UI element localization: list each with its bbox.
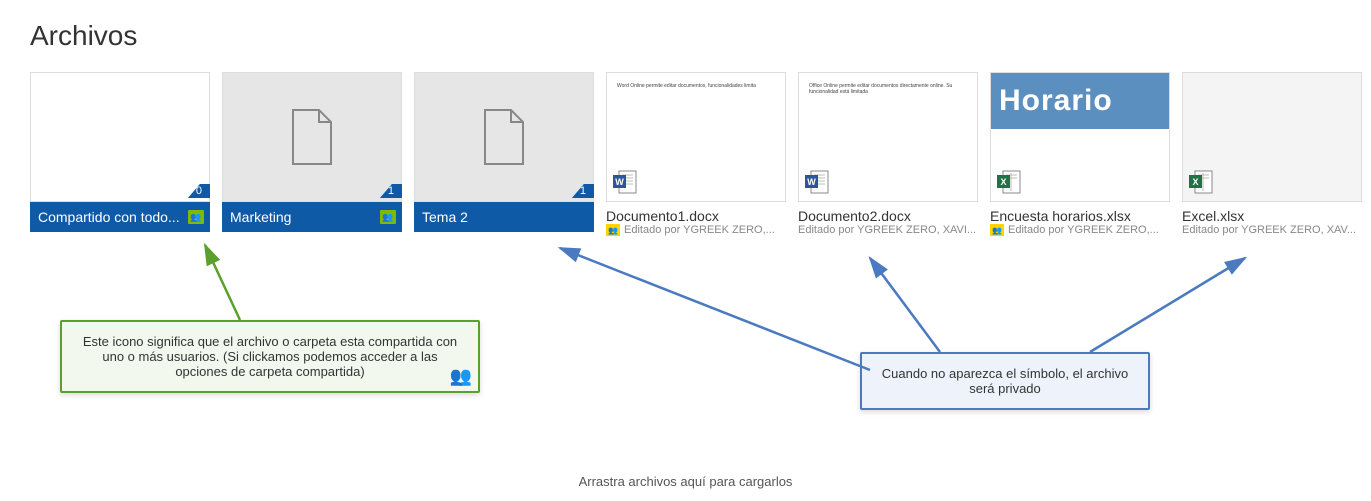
svg-text:W: W — [615, 177, 624, 187]
folder-tile-marketing[interactable]: 1 Marketing 👥 — [222, 72, 402, 232]
svg-text:X: X — [1192, 177, 1198, 187]
callout-shared-icon-meaning: Este icono significa que el archivo o ca… — [60, 320, 480, 393]
drop-hint: Arrastra archivos aquí para cargarlos — [0, 474, 1371, 489]
file-name: Encuesta horarios.xlsx — [990, 208, 1170, 224]
folder-preview — [30, 72, 210, 202]
folder-bar: 0 Compartido con todo... 👥 — [30, 202, 210, 232]
file-tile-documento1[interactable]: Word Online permite editar documentos, f… — [606, 72, 786, 236]
folder-name: Compartido con todo... — [38, 209, 188, 225]
word-icon: W — [805, 169, 829, 195]
file-tile-documento2[interactable]: Office Online permite editar documentos … — [798, 72, 978, 236]
page-icon — [289, 108, 335, 166]
excel-icon: X — [997, 169, 1021, 195]
svg-text:X: X — [1000, 177, 1006, 187]
folder-preview — [222, 72, 402, 202]
file-subtitle: Editado por YGREEK ZERO,... — [1008, 224, 1159, 236]
folder-tile-tema2[interactable]: 1 Tema 2 — [414, 72, 594, 232]
file-preview: Horario X — [990, 72, 1170, 202]
word-icon: W — [613, 169, 637, 195]
shared-icon[interactable]: 👥 — [990, 224, 1004, 236]
folder-tile-shared-everyone[interactable]: 0 Compartido con todo... 👥 — [30, 72, 210, 232]
file-tile-encuesta[interactable]: Horario X Encuesta horarios.xlsx 👥 Edita… — [990, 72, 1170, 236]
file-meta: Excel.xlsx Editado por YGREEK ZERO, XAV.… — [1182, 202, 1362, 236]
preview-text: Word Online permite editar documentos, f… — [607, 73, 785, 99]
shared-icon[interactable]: 👥 — [380, 210, 396, 224]
shared-icon[interactable]: 👥 — [188, 210, 204, 224]
file-name: Documento1.docx — [606, 208, 786, 224]
excel-icon: X — [1189, 169, 1213, 195]
file-name: Excel.xlsx — [1182, 208, 1362, 224]
callout-text: Cuando no aparezca el símbolo, el archiv… — [882, 366, 1128, 396]
file-meta: Documento2.docx Editado por YGREEK ZERO,… — [798, 202, 978, 236]
folder-preview — [414, 72, 594, 202]
file-tile-excel[interactable]: X Excel.xlsx Editado por YGREEK ZERO, XA… — [1182, 72, 1362, 236]
file-subtitle: Editado por YGREEK ZERO, XAV... — [1182, 224, 1356, 236]
file-subtitle: Editado por YGREEK ZERO,... — [624, 224, 775, 236]
file-preview: Word Online permite editar documentos, f… — [606, 72, 786, 202]
page-icon — [481, 108, 527, 166]
folder-bar: 1 Marketing 👥 — [222, 202, 402, 232]
file-preview: Office Online permite editar documentos … — [798, 72, 978, 202]
people-icon: 👥 — [450, 366, 472, 387]
callout-text: Este icono significa que el archivo o ca… — [83, 334, 457, 379]
file-meta: Documento1.docx 👥 Editado por YGREEK ZER… — [606, 202, 786, 236]
file-preview: X — [1182, 72, 1362, 202]
files-grid: 0 Compartido con todo... 👥 1 Marketing 👥 — [0, 72, 1371, 236]
file-subtitle: Editado por YGREEK ZERO, XAVI... — [798, 224, 976, 236]
callout-private-meaning: Cuando no aparezca el símbolo, el archiv… — [860, 352, 1150, 410]
folder-bar: 1 Tema 2 — [414, 202, 594, 232]
folder-name: Tema 2 — [422, 209, 588, 225]
folder-name: Marketing — [230, 209, 380, 225]
svg-text:W: W — [807, 177, 816, 187]
file-name: Documento2.docx — [798, 208, 978, 224]
page-title: Archivos — [0, 0, 1371, 72]
file-meta: Encuesta horarios.xlsx 👥 Editado por YGR… — [990, 202, 1170, 236]
preview-band: Horario — [991, 73, 1169, 129]
preview-text: Office Online permite editar documentos … — [799, 73, 977, 105]
shared-icon[interactable]: 👥 — [606, 224, 620, 236]
